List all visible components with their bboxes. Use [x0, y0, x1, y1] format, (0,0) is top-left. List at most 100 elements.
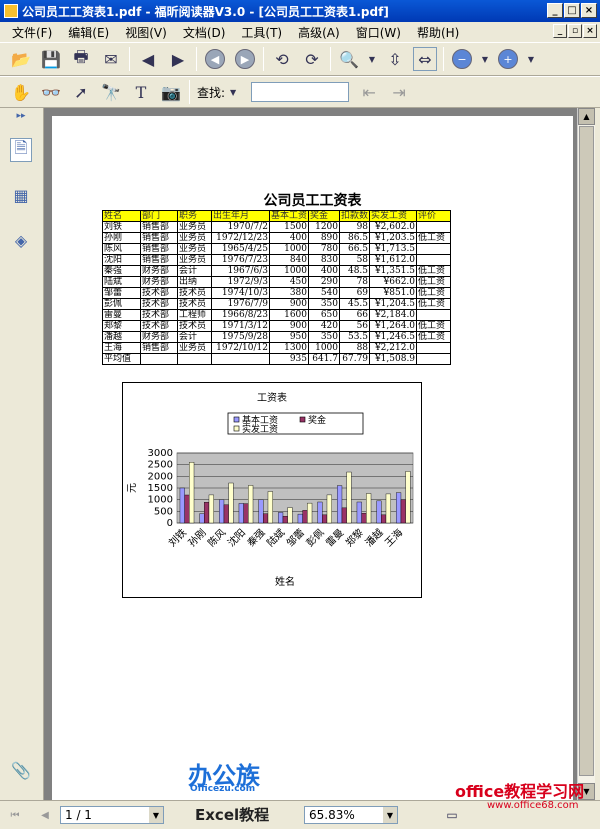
table-cell: 66 [339, 309, 371, 321]
zoom-magnifier-icon[interactable]: 🔍 [337, 47, 361, 71]
zoom-out-icon[interactable]: − [450, 47, 474, 71]
table-cell [416, 243, 452, 255]
snapshot-camera-icon[interactable]: 📷 [159, 80, 183, 104]
table-cell: 1976/7/9 [211, 298, 270, 310]
table-cell: ¥851.0 [369, 287, 418, 299]
menu-file[interactable]: 文件(F) [4, 24, 60, 41]
scroll-thumb[interactable] [579, 126, 594, 776]
expand-panel-icon[interactable]: ▸▸ [10, 110, 32, 122]
chevron-down-icon[interactable]: ▼ [526, 47, 536, 71]
menu-view[interactable]: 视图(V) [117, 24, 175, 41]
prev-page-icon[interactable]: ◀ [33, 803, 57, 827]
app-icon [4, 4, 18, 18]
save-icon[interactable]: 💾 [39, 47, 63, 71]
table-cell: ¥2,184.0 [369, 309, 418, 321]
text-select-icon[interactable]: T [129, 80, 153, 104]
navigation-panel: ▸▸ 🗎 ▦ ◈ 📎 [0, 108, 44, 800]
zoom-in-icon[interactable]: + [496, 47, 520, 71]
glasses-icon[interactable]: 👓 [39, 80, 63, 104]
menu-window[interactable]: 窗口(W) [348, 24, 409, 41]
chart-svg: 工资表基本工资 奖金实发工资300025002000150010005000元刘铁… [127, 391, 414, 588]
layers-icon[interactable]: ◈ [10, 228, 32, 252]
menu-help[interactable]: 帮助(H) [409, 24, 467, 41]
bar [219, 499, 225, 524]
table-cell: 66.5 [339, 243, 371, 255]
page-thumbnail-icon[interactable]: 🗎 [10, 138, 32, 162]
bar [179, 487, 185, 524]
print-icon[interactable]: 🖶 [69, 47, 93, 71]
y-axis-label: 元 [127, 483, 138, 493]
chevron-down-icon[interactable]: ▼ [228, 80, 238, 104]
open-folder-icon[interactable]: 📂 [9, 47, 33, 71]
email-icon[interactable]: ✉ [99, 47, 123, 71]
bar [267, 491, 273, 524]
zoom-box[interactable]: 65.83% ▼ [304, 806, 398, 824]
scroll-up-icon[interactable]: ▲ [578, 108, 595, 125]
table-cell: 技术部 [140, 309, 178, 321]
rotate-right-icon[interactable]: ⟳ [300, 47, 324, 71]
fit-width-icon[interactable]: ⇔ [413, 47, 437, 71]
table-cell: 王海 [102, 342, 141, 354]
chevron-down-icon[interactable]: ▼ [367, 47, 377, 71]
table-cell: 98 [339, 221, 371, 233]
first-page-icon[interactable]: ⏮ [3, 803, 27, 827]
legend-label: 实发工资 [242, 423, 278, 435]
find-prev-icon[interactable]: ⇤ [357, 80, 381, 104]
table-cell: 低工资 [416, 320, 452, 332]
find-next-icon[interactable]: ⇥ [387, 80, 411, 104]
doc-minimize-button[interactable]: _ [553, 24, 567, 38]
table-cell [140, 353, 178, 365]
fit-page-icon[interactable]: ⇳ [383, 47, 407, 71]
table-cell: 1972/9/3 [211, 276, 270, 288]
select-arrow-icon[interactable]: ➚ [69, 80, 93, 104]
table-cell: 低工资 [416, 298, 452, 310]
chevron-down-icon[interactable]: ▼ [383, 807, 397, 823]
close-button[interactable]: × [581, 3, 597, 18]
bar [341, 507, 347, 524]
salary-table: 姓名 部门 职务 出生年月 基本工资 奖金 扣款数 实发工资 评价 刘铁 销售部 业务员 1970/7/… [102, 210, 452, 365]
maximize-button[interactable]: □ [564, 3, 580, 18]
page-number-box[interactable]: 1 / 1 ▼ [60, 806, 164, 824]
vertical-scrollbar[interactable]: ▲ ▼ [577, 108, 595, 800]
menu-document[interactable]: 文档(D) [175, 24, 234, 41]
chevron-down-icon[interactable]: ▼ [480, 47, 490, 71]
back-icon[interactable]: ◀ [203, 47, 227, 71]
table-cell: 58 [339, 254, 371, 266]
bar [263, 513, 269, 524]
bookmarks-icon[interactable]: ▦ [10, 183, 32, 207]
table-cell: 沈阳 [102, 254, 141, 266]
menu-tools[interactable]: 工具(T) [233, 24, 290, 41]
forward-icon[interactable]: ▶ [233, 47, 257, 71]
doc-restore-button[interactable]: ▫ [568, 24, 582, 38]
single-page-icon[interactable]: ▭ [440, 803, 464, 827]
prev-arrow-icon[interactable]: ◀ [136, 47, 160, 71]
doc-close-button[interactable]: × [583, 24, 597, 38]
bar [361, 512, 367, 524]
table-cell: 1975/9/28 [211, 331, 270, 343]
table-cell: ¥1,246.5 [369, 331, 418, 343]
table-cell: 业务员 [177, 243, 212, 255]
rotate-left-icon[interactable]: ⟲ [270, 47, 294, 71]
table-cell [416, 254, 452, 266]
table-cell: 1972/12/23 [211, 232, 270, 244]
bar [223, 504, 229, 524]
y-tick-label: 500 [154, 506, 173, 517]
menu-advanced[interactable]: 高级(A) [290, 24, 348, 41]
hand-tool-icon[interactable]: ✋ [9, 80, 33, 104]
table-header-cell: 出生年月 [211, 210, 270, 222]
table-cell: ¥2,212.0 [369, 342, 418, 354]
document-viewport[interactable]: 公司员工工资表 姓名 部门 职务 出生年月 基本工资 奖金 扣款数 实发工资 评价 刘铁 销售部 业务… [44, 108, 577, 800]
table-cell: 53.5 [339, 331, 371, 343]
chevron-down-icon[interactable]: ▼ [149, 807, 163, 823]
table-cell: 1974/10/3 [211, 287, 270, 299]
attachment-icon[interactable]: 📎 [10, 758, 32, 782]
find-input[interactable] [251, 82, 350, 102]
bar [184, 494, 190, 524]
minimize-button[interactable]: _ [547, 3, 563, 18]
next-arrow-icon[interactable]: ▶ [166, 47, 190, 71]
menu-edit[interactable]: 编辑(E) [60, 24, 117, 41]
binoculars-icon[interactable]: 🔭 [99, 80, 123, 104]
table-cell: ¥1,351.5 [369, 265, 418, 277]
table-cell: 郑黎 [102, 320, 141, 332]
table-cell: 销售部 [140, 243, 178, 255]
